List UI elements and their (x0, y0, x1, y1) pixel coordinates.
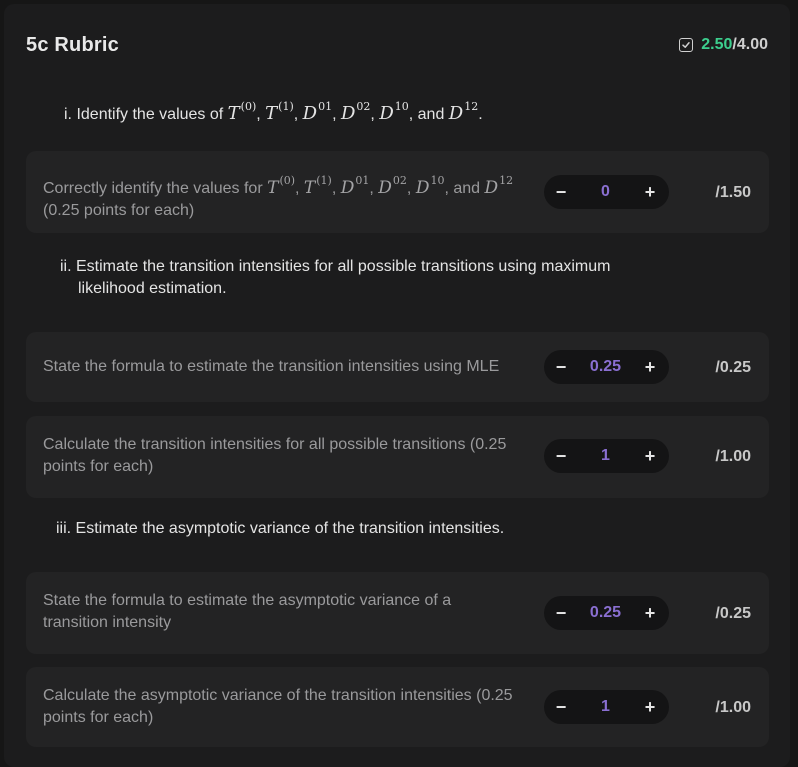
check-icon (679, 38, 694, 52)
decrement-button[interactable]: − (554, 446, 568, 467)
score-stepper: − 0.25 + (544, 596, 669, 630)
section-heading-ii: ii. Estimate the transition intensities … (60, 258, 611, 297)
criterion-card-5: Calculate the asymptotic variance of the… (26, 667, 769, 747)
criterion-text: Correctly identify the values for T(0), … (43, 174, 514, 219)
criterion-text: Calculate the transition intensities for… (43, 436, 507, 475)
decrement-button[interactable]: − (554, 603, 568, 624)
max-points: /0.25 (715, 359, 751, 376)
criterion-card-1: Correctly identify the values for T(0), … (26, 151, 769, 233)
score-value[interactable]: 0.25 (590, 604, 621, 622)
score-value[interactable]: 1 (601, 447, 610, 465)
decrement-button[interactable]: − (554, 697, 568, 718)
max-points: /1.50 (715, 184, 751, 201)
rubric-panel: 5c Rubric 2.50/4.00 i. Identify the valu… (4, 4, 790, 767)
criterion-card-3: Calculate the transition intensities for… (26, 416, 769, 498)
score-total: /4.00 (732, 36, 768, 53)
criterion-text: State the formula to estimate the transi… (43, 358, 500, 375)
increment-button[interactable]: + (643, 182, 657, 203)
increment-button[interactable]: + (643, 446, 657, 467)
criterion-card-4: State the formula to estimate the asympt… (26, 572, 769, 654)
rubric-title: 5c Rubric (26, 33, 119, 56)
section-heading-iii: iii. Estimate the asymptotic variance of… (56, 520, 505, 537)
score-summary: 2.50/4.00 (679, 36, 768, 54)
increment-button[interactable]: + (643, 697, 657, 718)
criterion-text: State the formula to estimate the asympt… (43, 592, 452, 631)
score-value[interactable]: 1 (601, 698, 610, 716)
score-stepper: − 1 + (544, 690, 669, 724)
score-value[interactable]: 0.25 (590, 358, 621, 376)
score-earned: 2.50 (701, 36, 733, 53)
increment-button[interactable]: + (643, 603, 657, 624)
score-value[interactable]: 0 (601, 183, 610, 201)
score-stepper: − 0 + (544, 175, 669, 209)
decrement-button[interactable]: − (554, 357, 568, 378)
criterion-card-2: State the formula to estimate the transi… (26, 332, 769, 402)
increment-button[interactable]: + (643, 357, 657, 378)
max-points: /0.25 (715, 605, 751, 622)
score-stepper: − 1 + (544, 439, 669, 473)
max-points: /1.00 (715, 448, 751, 465)
decrement-button[interactable]: − (554, 182, 568, 203)
score-stepper: − 0.25 + (544, 350, 669, 384)
criterion-text: Calculate the asymptotic variance of the… (43, 687, 513, 726)
section-heading-i: i. Identify the values of T(0), T(1), D0… (64, 100, 483, 124)
max-points: /1.00 (715, 699, 751, 716)
rubric-header: 5c Rubric 2.50/4.00 (26, 30, 768, 60)
